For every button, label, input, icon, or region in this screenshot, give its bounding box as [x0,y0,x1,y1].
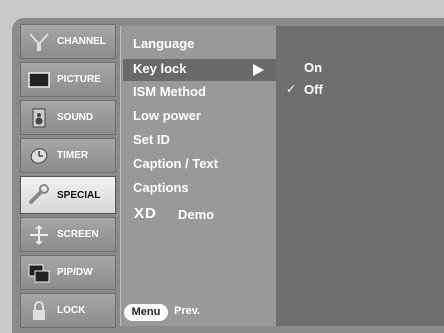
menu-button[interactable]: Menu [124,304,168,321]
submenu-item-key-lock[interactable]: Key lock [133,61,186,76]
option-off[interactable]: Off [304,82,323,97]
submenu-arrow-icon [253,64,264,76]
pip-icon [28,264,50,283]
submenu-item-language[interactable]: Language [133,36,194,51]
sidebar-item-picture[interactable]: PICTURE [20,62,116,97]
sidebar-item-label: SPECIAL [57,190,101,201]
sidebar-item-label: SCREEN [57,229,99,240]
sidebar-item-screen[interactable]: SCREEN [20,217,116,252]
special-submenu: Language Key lock ISM Method Low power S… [120,26,277,326]
sidebar-item-pipdw[interactable]: PIP/DW [20,255,116,290]
sidebar-item-label: LOCK [57,305,86,316]
key-lock-options: On ✓ Off [276,26,444,326]
sidebar-item-label: PIP/DW [57,267,93,278]
sidebar-item-sound[interactable]: SOUND [20,100,116,135]
screen-adjust-icon [30,225,48,245]
option-on[interactable]: On [304,60,322,75]
checkmark-icon: ✓ [286,82,297,96]
sidebar-item-label: CHANNEL [57,36,106,47]
sidebar: CHANNEL PICTURE SOUND TIMER SPECIAL SCRE… [20,24,116,328]
antenna-icon [29,33,49,51]
submenu-item-caption-text[interactable]: Caption / Text [133,156,218,171]
padlock-icon [33,301,45,320]
submenu-item-set-id[interactable]: Set ID [133,132,170,147]
submenu-item-ism-method[interactable]: ISM Method [133,84,206,99]
xd-logo: XD [134,205,157,222]
sidebar-item-timer[interactable]: TIMER [20,138,116,173]
speaker-icon [32,108,46,128]
submenu-item-captions[interactable]: Captions [133,180,189,195]
sidebar-item-channel[interactable]: CHANNEL [20,24,116,59]
sidebar-item-label: TIMER [57,150,89,161]
special-wrench-icon [29,184,49,204]
sidebar-item-lock[interactable]: LOCK [20,293,116,328]
submenu-item-low-power[interactable]: Low power [133,108,201,123]
tv-screen-icon [28,72,50,88]
sidebar-item-special[interactable]: SPECIAL [20,176,116,214]
sidebar-item-label: PICTURE [57,74,101,85]
prev-label: Prev. [174,305,201,317]
submenu-item-xd-demo[interactable]: Demo [178,207,214,222]
clock-icon [30,148,48,164]
sidebar-item-label: SOUND [57,112,94,123]
